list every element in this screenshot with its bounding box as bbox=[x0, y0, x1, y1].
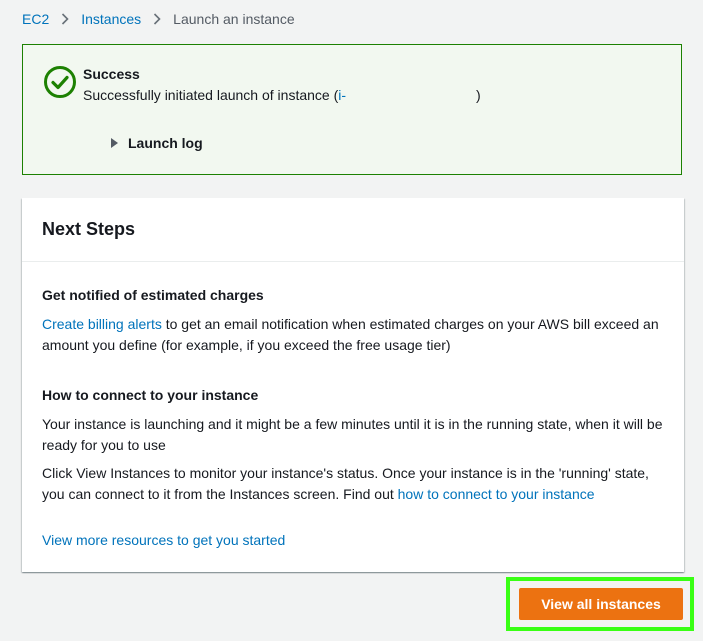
success-alert: Success Successfully initiated launch of… bbox=[22, 44, 682, 175]
connect-paragraph-1: Your instance is launching and it might … bbox=[42, 416, 663, 453]
resources-paragraph: View more resources to get you started bbox=[42, 530, 664, 551]
chevron-right-icon bbox=[49, 8, 81, 30]
chevron-right-icon bbox=[141, 8, 173, 30]
alert-message: Successfully initiated launch of instanc… bbox=[83, 86, 481, 104]
launch-log-toggle[interactable]: Launch log bbox=[111, 135, 203, 151]
view-all-instances-button[interactable]: View all instances bbox=[519, 588, 683, 620]
view-more-resources-link[interactable]: View more resources to get you started bbox=[42, 532, 285, 548]
breadcrumb: EC2 Instances Launch an instance bbox=[22, 8, 295, 30]
connect-paragraph-2: Click View Instances to monitor your ins… bbox=[42, 463, 664, 505]
create-billing-alerts-link[interactable]: Create billing alerts bbox=[42, 316, 162, 332]
billing-section-title: Get notified of estimated charges bbox=[42, 287, 264, 303]
next-steps-panel: Next Steps Get notified of estimated cha… bbox=[22, 198, 684, 572]
alert-title: Success bbox=[83, 66, 140, 82]
breadcrumb-ec2[interactable]: EC2 bbox=[22, 11, 49, 27]
how-to-connect-link[interactable]: how to connect to your instance bbox=[398, 486, 595, 502]
panel-title: Next Steps bbox=[22, 198, 684, 262]
breadcrumb-current: Launch an instance bbox=[173, 11, 295, 27]
breadcrumb-instances[interactable]: Instances bbox=[81, 11, 141, 27]
alert-message-prefix: Successfully initiated launch of instanc… bbox=[83, 87, 339, 103]
alert-message-suffix: ) bbox=[476, 87, 481, 103]
launch-log-label: Launch log bbox=[128, 135, 203, 151]
connect-section-title: How to connect to your instance bbox=[42, 387, 259, 403]
check-circle-icon bbox=[43, 65, 77, 99]
caret-right-icon bbox=[111, 138, 118, 148]
billing-paragraph: Create billing alerts to get an email no… bbox=[42, 314, 664, 356]
instance-id-link[interactable]: i- bbox=[338, 87, 346, 103]
